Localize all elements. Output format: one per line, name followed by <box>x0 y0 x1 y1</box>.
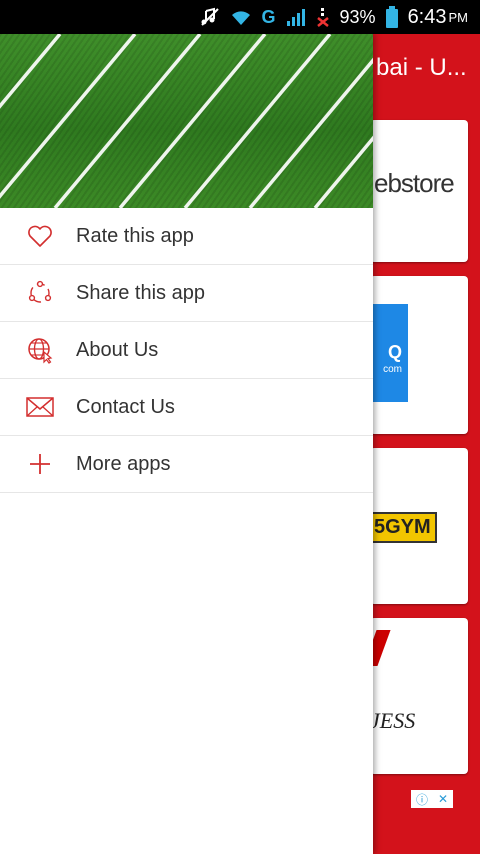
globe-icon <box>26 336 54 364</box>
listing-card[interactable]: ebstore <box>370 120 468 262</box>
signal-icon <box>286 7 306 27</box>
menu-item-rate-app[interactable]: Rate this app <box>0 208 373 265</box>
info-icon: ⓘ <box>415 792 428 807</box>
status-bar: G 93% 6:43 PM <box>0 0 480 34</box>
app-title: bai - U... <box>376 54 467 81</box>
menu-item-more-apps[interactable]: More apps <box>0 436 373 493</box>
ad-choices-badge[interactable]: ⓘ ✕ <box>411 790 453 808</box>
listing-card[interactable]: 5GYM <box>370 448 468 604</box>
menu-item-label: Share this app <box>76 281 205 304</box>
menu-item-label: About Us <box>76 338 159 361</box>
share-icon <box>26 279 54 307</box>
card-brand-text: 5GYM <box>370 512 437 543</box>
heart-icon <box>26 222 54 250</box>
card-brand-logo: Q com <box>370 304 408 402</box>
battery-percent: 93% <box>339 6 376 27</box>
clock-ampm: PM <box>448 9 469 25</box>
navigation-drawer: Rate this app Share this app About Us Co… <box>0 34 373 854</box>
card-brand-subtext: com <box>383 364 402 375</box>
close-icon: ✕ <box>437 792 448 806</box>
menu-item-label: More apps <box>76 452 171 475</box>
wifi-icon <box>230 8 252 26</box>
menu-item-about-us[interactable]: About Us <box>0 322 373 379</box>
card-brand-text: ebstore <box>374 168 455 198</box>
battery-icon <box>385 6 398 28</box>
card-brand-text: JESS <box>370 708 416 733</box>
card-brand-mark <box>370 630 391 666</box>
listing-card[interactable]: Q com <box>370 276 468 434</box>
menu-item-label: Rate this app <box>76 224 194 247</box>
no-sim-icon <box>316 7 330 27</box>
clock-time: 6:43 <box>407 5 447 28</box>
menu-item-share-app[interactable]: Share this app <box>0 265 373 322</box>
field-stripes <box>0 34 373 208</box>
listing-card[interactable]: JESS <box>370 618 468 774</box>
envelope-icon <box>26 393 54 421</box>
network-type: G <box>261 6 276 27</box>
menu-item-contact-us[interactable]: Contact Us <box>0 379 373 436</box>
card-brand-text: Q <box>387 342 402 362</box>
drawer-header-image <box>0 34 373 208</box>
drawer-menu: Rate this app Share this app About Us Co… <box>0 208 373 493</box>
mute-icon <box>200 7 220 27</box>
plus-icon <box>26 450 54 478</box>
menu-item-label: Contact Us <box>76 395 175 418</box>
